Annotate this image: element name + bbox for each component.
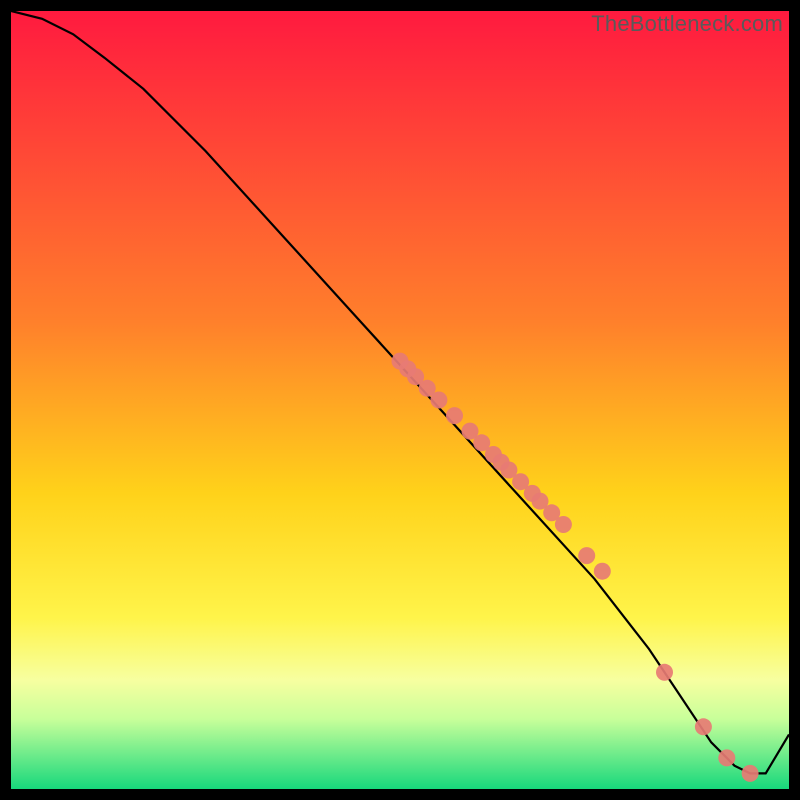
data-point — [718, 749, 735, 766]
data-point — [742, 765, 759, 782]
data-point — [656, 664, 673, 681]
watermark-text: TheBottleneck.com — [591, 11, 783, 37]
chart-frame: TheBottleneck.com — [11, 11, 789, 789]
bottleneck-chart — [11, 11, 789, 789]
data-point — [695, 718, 712, 735]
data-point — [430, 392, 447, 409]
data-point — [555, 516, 572, 533]
data-point — [578, 547, 595, 564]
data-point — [594, 563, 611, 580]
data-point — [446, 407, 463, 424]
